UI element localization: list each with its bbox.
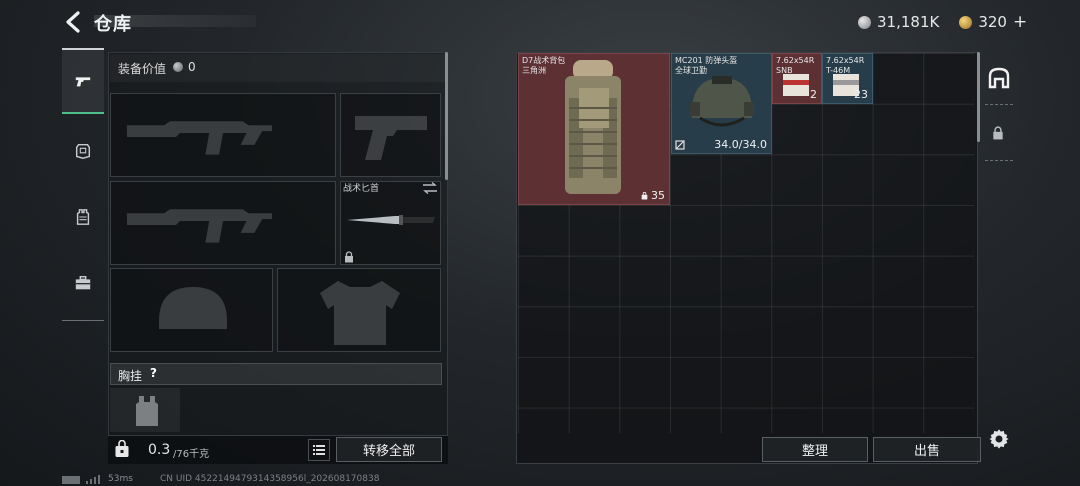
item-name: D7战术背包 三角洲 (522, 56, 566, 75)
backpack-icon (565, 60, 621, 194)
armor-slot[interactable] (277, 268, 441, 352)
gold-coin-icon (959, 15, 973, 29)
sort-button[interactable]: 整理 (762, 437, 868, 462)
ping-readout: 53ms (108, 474, 133, 484)
helmet-icon (690, 76, 754, 127)
vest-silhouette-icon (136, 396, 158, 426)
chest-rig-slot[interactable] (110, 388, 180, 432)
tab-vest[interactable] (62, 184, 104, 250)
list-icon (313, 445, 325, 455)
bag-icon (641, 191, 647, 200)
sell-button[interactable]: 出售 (873, 437, 981, 462)
silver-coin-icon (173, 62, 183, 72)
rifle-silhouette-icon (126, 209, 273, 243)
bag-icon (115, 440, 129, 457)
swap-icon[interactable] (422, 182, 438, 194)
tactical-knife-icon (347, 215, 435, 225)
equipment-value-label: 装备价值 (118, 62, 167, 76)
equipment-value-amount: 0 (188, 60, 196, 74)
signal-icon (62, 475, 100, 484)
lock-icon (345, 251, 353, 263)
tab-armor[interactable] (62, 118, 104, 184)
user-uid: CN UID 4522149479314358956l_202608170838 (160, 474, 380, 484)
rifle-silhouette-icon (126, 121, 273, 155)
briefcase-icon (75, 275, 91, 290)
chest-rig-label: 胸挂 (118, 369, 143, 383)
item-name: MC201 防弹头盔 全球卫勤 (675, 56, 738, 75)
vest-icon (76, 209, 90, 225)
secondary-weapon-slot[interactable] (110, 181, 336, 265)
back-arrow-icon[interactable] (62, 10, 86, 34)
durability-icon (675, 140, 685, 150)
weight-max: /76千克 (173, 449, 210, 460)
armor-silhouette-icon (320, 281, 400, 345)
primary-weapon-slot[interactable] (110, 93, 336, 177)
currency-bar: 31,181K 320 + (858, 12, 1027, 32)
tab-backpack[interactable] (62, 250, 104, 316)
storage-item-ammo[interactable]: 7.62x54R T-46M 23 (822, 53, 873, 104)
melee-item-label: 战术匕首 (343, 184, 380, 194)
storage-item-ammo[interactable]: 7.62x54R SNB 2 (772, 53, 822, 104)
equipment-scrollbar[interactable] (445, 52, 448, 180)
loadout-tab-rail (62, 48, 104, 323)
storage-tab-icon (988, 67, 1010, 89)
helmet-silhouette-icon (159, 287, 227, 329)
helmet-slot[interactable] (110, 268, 273, 352)
item-durability: 34.0/34.0 (714, 138, 767, 151)
weight-current: 0.3 (148, 442, 171, 458)
add-currency-button[interactable]: + (1013, 12, 1027, 32)
settings-gear-icon[interactable] (988, 428, 1010, 450)
page-title: 仓库 (94, 14, 132, 35)
lock-icon[interactable] (991, 126, 1005, 140)
rail-divider (62, 320, 104, 321)
storage-item-backpack[interactable]: D7战术背包 三角洲 35 (518, 53, 670, 205)
list-view-button[interactable] (308, 439, 330, 461)
armor-icon (75, 143, 91, 159)
rail-divider (985, 104, 1013, 105)
gold-amount: 320 (978, 13, 1007, 31)
item-name: 7.62x54R SNB (776, 56, 815, 75)
silver-coin-icon (858, 15, 871, 29)
item-count: 23 (854, 88, 868, 101)
pistol-silhouette-icon (355, 116, 427, 160)
chest-rig-section-header (110, 363, 442, 385)
item-name: 7.62x54R T-46M (826, 56, 865, 75)
rail-divider (985, 160, 1013, 161)
storage-item-helmet[interactable]: MC201 防弹头盔 全球卫勤 34.0/34.0 (671, 53, 772, 154)
transfer-all-button[interactable]: 转移全部 (336, 437, 442, 462)
item-count: 2 (810, 88, 817, 101)
chest-rig-help-button[interactable]: ? (150, 366, 157, 380)
sidearm-slot[interactable] (340, 93, 441, 177)
item-capacity: 35 (641, 189, 665, 202)
pistol-icon (75, 77, 91, 87)
storage-tab[interactable] (985, 60, 1013, 96)
silver-amount: 31,181K (877, 13, 940, 31)
storage-scrollbar[interactable] (977, 52, 980, 142)
tab-weapons[interactable] (62, 48, 104, 114)
